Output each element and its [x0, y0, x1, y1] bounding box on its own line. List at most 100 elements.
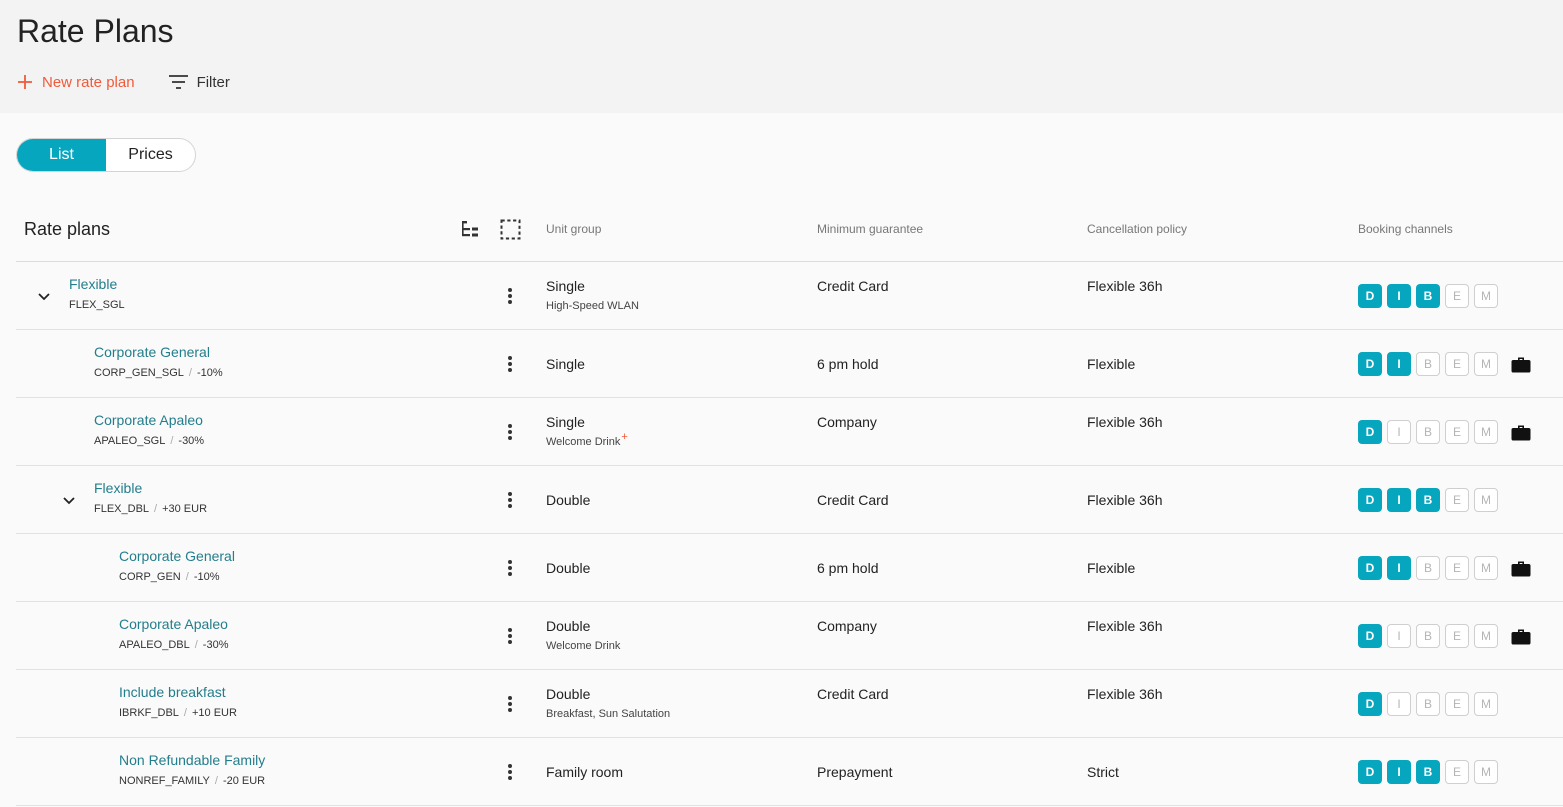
more-vert-icon[interactable]	[506, 626, 514, 646]
channel-badge[interactable]: M	[1474, 556, 1498, 580]
channel-badge[interactable]: B	[1416, 624, 1440, 648]
channel-badge[interactable]: D	[1358, 760, 1382, 784]
filter-button[interactable]: Filter	[168, 74, 230, 91]
more-vert-icon[interactable]	[506, 694, 514, 714]
new-rate-plan-button[interactable]: New rate plan	[17, 74, 135, 91]
code-separator: /	[154, 503, 158, 515]
channel-badge[interactable]: E	[1445, 692, 1469, 716]
channel-badge[interactable]: M	[1474, 352, 1498, 376]
rate-plan-adjustment: -20 EUR	[222, 775, 266, 787]
rate-plan-adjustment: -10%	[196, 367, 223, 379]
table-row[interactable]: Include breakfast IBRKF_DBL / +10 EUR Double…	[16, 670, 1563, 738]
table-row[interactable]: Corporate Apaleo APALEO_SGL / -30% Single Wel…	[16, 398, 1563, 466]
cancellation-policy-header: Cancellation policy	[1087, 222, 1188, 236]
channel-badge[interactable]: B	[1416, 692, 1440, 716]
channel-badge[interactable]: M	[1474, 692, 1498, 716]
table-row[interactable]: Non Refundable Family NONREF_FAMILY / -20 E…	[16, 738, 1563, 806]
channel-badge[interactable]: M	[1474, 624, 1498, 648]
channel-badge[interactable]: B	[1416, 488, 1440, 512]
hierarchy-icon[interactable]	[459, 218, 481, 240]
channel-badge[interactable]: D	[1358, 556, 1382, 580]
rate-plan-adjustment: -30%	[178, 435, 205, 447]
unit-group-cell: Single	[546, 278, 585, 294]
channel-badge[interactable]: B	[1416, 284, 1440, 308]
rate-plan-code-text: FLEX_SGL	[69, 299, 125, 311]
channel-badge[interactable]: E	[1445, 488, 1469, 512]
channel-badge[interactable]: D	[1358, 420, 1382, 444]
channel-badge[interactable]: I	[1387, 624, 1411, 648]
more-vert-icon[interactable]	[506, 558, 514, 578]
channel-badge[interactable]: B	[1416, 556, 1440, 580]
channel-badge[interactable]: D	[1358, 284, 1382, 308]
channel-badge[interactable]: I	[1387, 556, 1411, 580]
rate-plan-name-link[interactable]: Include breakfast	[119, 684, 226, 700]
rate-plan-name-link[interactable]: Flexible	[94, 480, 142, 496]
list-view-tab[interactable]: List	[17, 139, 106, 171]
select-all-icon[interactable]	[499, 218, 521, 240]
channel-badge[interactable]: M	[1474, 420, 1498, 444]
unit-group-cell: Single	[546, 356, 585, 372]
rate-plans-table: Rate plans Unit group Minimum guarantee …	[16, 196, 1563, 806]
view-toggle: List Prices	[16, 138, 196, 172]
channel-badge[interactable]: I	[1387, 692, 1411, 716]
more-vert-icon[interactable]	[506, 286, 514, 306]
more-vert-icon[interactable]	[506, 490, 514, 510]
channel-badge[interactable]: M	[1474, 760, 1498, 784]
channel-badge[interactable]: I	[1387, 352, 1411, 376]
channel-badge[interactable]: I	[1387, 760, 1411, 784]
channel-badge[interactable]: B	[1416, 760, 1440, 784]
channel-badge[interactable]: E	[1445, 760, 1469, 784]
channel-badge[interactable]: E	[1445, 352, 1469, 376]
table-row[interactable]: Flexible FLEX_SGL Single High-Speed WLAN Cre…	[16, 262, 1563, 330]
unit-group-cell: Double	[546, 492, 591, 508]
cancellation-policy-cell: Flexible 36h	[1087, 618, 1163, 634]
prices-view-tab[interactable]: Prices	[106, 139, 195, 171]
code-separator: /	[194, 639, 198, 651]
chevron-down-icon[interactable]	[61, 492, 77, 508]
page-title: Rate Plans	[17, 13, 174, 49]
rate-plan-name-link[interactable]: Corporate General	[94, 344, 210, 360]
channel-badge[interactable]: D	[1358, 352, 1382, 376]
channel-badge[interactable]: B	[1416, 352, 1440, 376]
channel-badge[interactable]: B	[1416, 420, 1440, 444]
rate-plan-code-text: APALEO_SGL	[94, 435, 166, 447]
channel-badge[interactable]: E	[1445, 556, 1469, 580]
booking-channels: DIBEM	[1358, 420, 1531, 444]
minimum-guarantee-cell: Credit Card	[817, 278, 889, 294]
table-row[interactable]: Corporate General CORP_GEN_SGL / -10% Single…	[16, 330, 1563, 398]
channel-badge[interactable]: I	[1387, 488, 1411, 512]
rate-plan-code: FLEX_SGL	[69, 299, 125, 311]
channel-badge[interactable]: E	[1445, 284, 1469, 308]
rate-plan-name-link[interactable]: Corporate General	[119, 548, 235, 564]
rate-plan-name-link[interactable]: Corporate Apaleo	[119, 616, 228, 632]
rate-plan-name-link[interactable]: Corporate Apaleo	[94, 412, 203, 428]
channel-badge[interactable]: I	[1387, 284, 1411, 308]
channel-badge[interactable]: E	[1445, 624, 1469, 648]
rate-plan-name-link[interactable]: Flexible	[69, 276, 117, 292]
chevron-down-icon[interactable]	[36, 288, 52, 304]
table-row[interactable]: Corporate General CORP_GEN / -10% Double 6 pm…	[16, 534, 1563, 602]
unit-group-services-text: Welcome Drink	[546, 436, 621, 448]
filter-icon	[168, 75, 188, 89]
unit-group-services: High-Speed WLAN	[546, 300, 639, 312]
rate-plan-code: FLEX_DBL / +30 EUR	[94, 503, 207, 515]
minimum-guarantee-cell: Credit Card	[817, 686, 889, 702]
more-vert-icon[interactable]	[506, 762, 514, 782]
table-row[interactable]: Flexible FLEX_DBL / +30 EUR Double Credit Car…	[16, 466, 1563, 534]
channel-badge[interactable]: D	[1358, 488, 1382, 512]
table-row[interactable]: Corporate Apaleo APALEO_DBL / -30% Double Wel…	[16, 602, 1563, 670]
channel-badge[interactable]: D	[1358, 624, 1382, 648]
rate-plan-code-text: APALEO_DBL	[119, 639, 190, 651]
more-vert-icon[interactable]	[506, 354, 514, 374]
more-vert-icon[interactable]	[506, 422, 514, 442]
rate-plan-name-link[interactable]: Non Refundable Family	[119, 752, 265, 768]
channel-badge[interactable]: I	[1387, 420, 1411, 444]
unit-group-cell: Double	[546, 560, 591, 576]
header-actions: New rate plan Filter	[17, 70, 230, 94]
channel-badge[interactable]: E	[1445, 420, 1469, 444]
cancellation-policy-cell: Flexible	[1087, 356, 1136, 372]
channel-badge[interactable]: M	[1474, 488, 1498, 512]
channel-badge[interactable]: M	[1474, 284, 1498, 308]
unit-group-services: Welcome Drink	[546, 640, 620, 652]
channel-badge[interactable]: D	[1358, 692, 1382, 716]
